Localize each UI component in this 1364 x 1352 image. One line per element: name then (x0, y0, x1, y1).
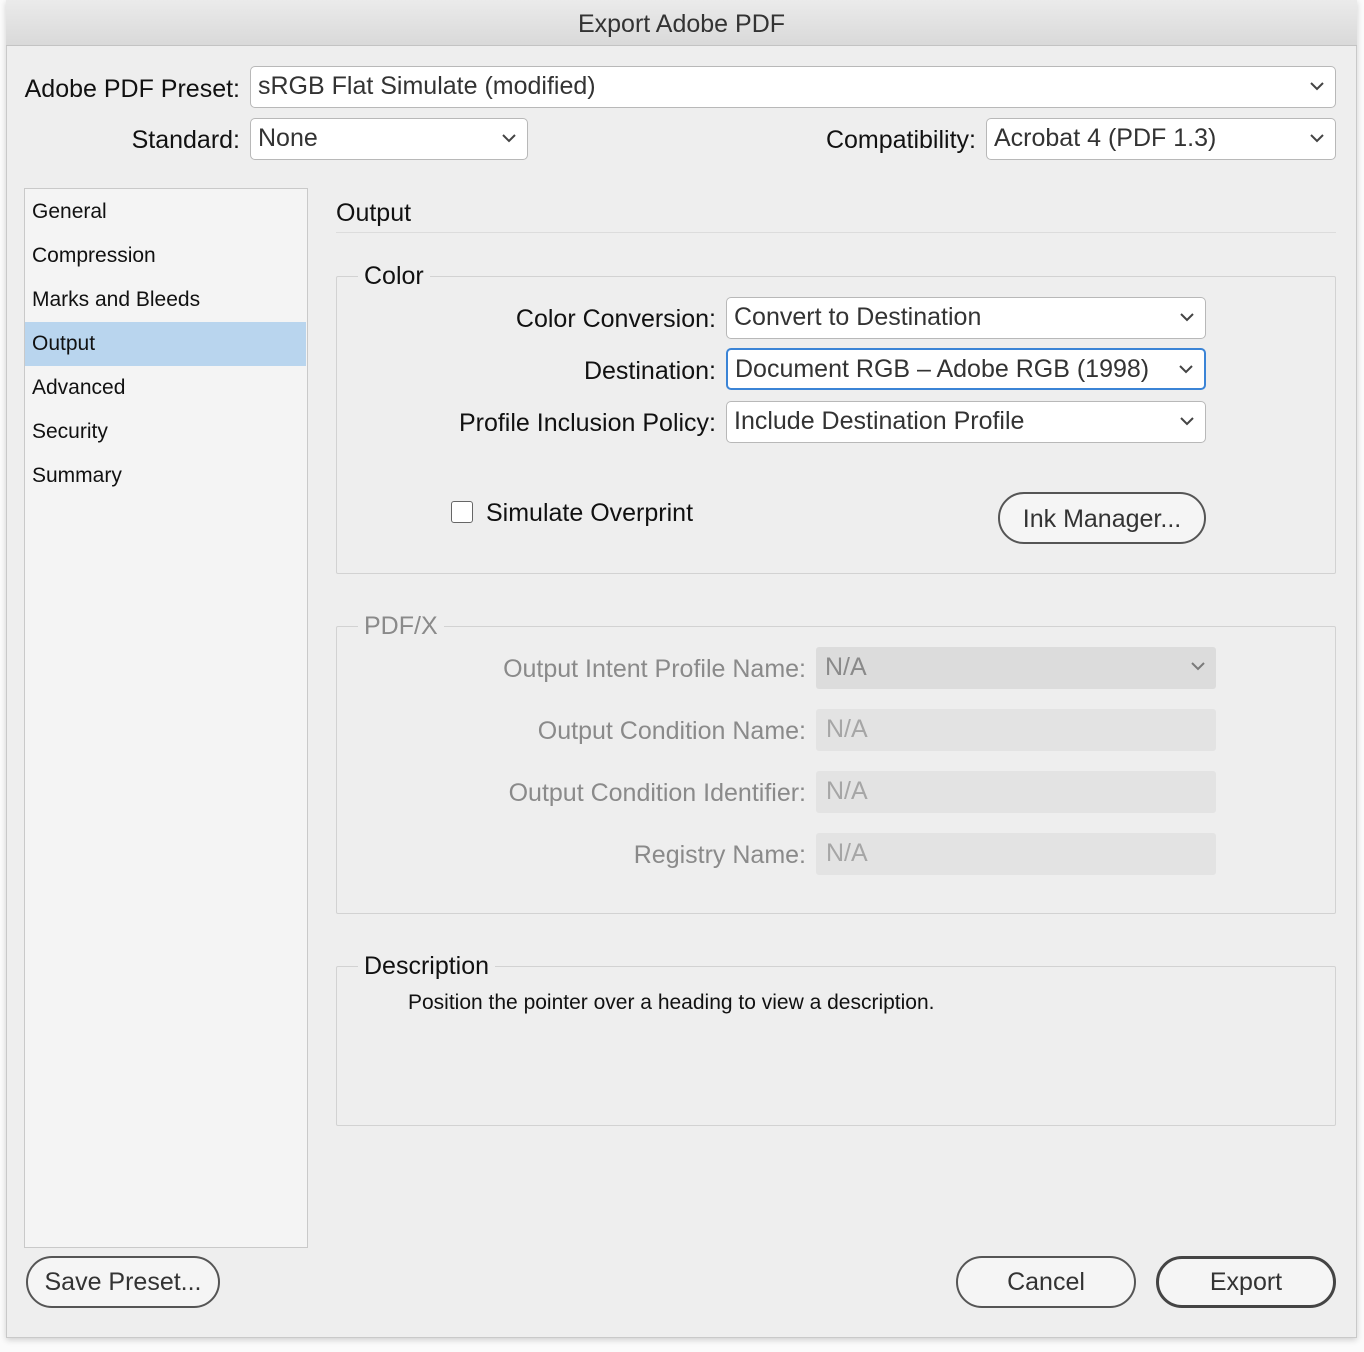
sidebar-item-compression[interactable]: Compression (25, 234, 306, 278)
page-title: Output (336, 199, 412, 227)
chevron-down-icon (502, 134, 516, 143)
simulate-overprint-label[interactable]: Simulate Overprint (486, 496, 693, 530)
compatibility-dropdown[interactable]: Acrobat 4 (PDF 1.3) (986, 118, 1336, 160)
simulate-overprint-checkbox[interactable] (451, 501, 473, 523)
sidebar-item-security[interactable]: Security (25, 410, 306, 454)
sidebar-item-summary[interactable]: Summary (25, 454, 306, 498)
description-group-title: Description (358, 950, 496, 982)
output-condition-label: Output Condition Name: (537, 717, 806, 745)
output-condition-field: N/A (816, 709, 1216, 751)
preset-label: Adobe PDF Preset: (24, 75, 240, 103)
profile-policy-value: Include Destination Profile (734, 407, 1025, 435)
ink-manager-button[interactable]: Ink Manager... (998, 492, 1206, 544)
color-conversion-value: Convert to Destination (734, 303, 982, 331)
registry-name-label: Registry Name: (633, 841, 806, 869)
compatibility-value: Acrobat 4 (PDF 1.3) (994, 124, 1217, 152)
profile-policy-label: Profile Inclusion Policy: (458, 409, 716, 437)
output-intent-label: Output Intent Profile Name: (503, 655, 806, 683)
destination-dropdown[interactable]: Document RGB – Adobe RGB (1998) (726, 348, 1206, 390)
cancel-button[interactable]: Cancel (956, 1256, 1136, 1308)
output-intent-dropdown: N/A (816, 647, 1216, 689)
output-condition-identifier-label: Output Condition Identifier: (508, 779, 806, 807)
sidebar-item-marks-and-bleeds[interactable]: Marks and Bleeds (25, 278, 306, 322)
output-intent-value: N/A (825, 653, 867, 681)
output-condition-identifier-field: N/A (816, 771, 1216, 813)
chevron-down-icon (1310, 134, 1324, 143)
description-text: Position the pointer over a heading to v… (408, 991, 935, 1014)
chevron-down-icon (1180, 313, 1194, 322)
sidebar-item-output[interactable]: Output (25, 322, 306, 366)
preset-dropdown[interactable]: sRGB Flat Simulate (modified) (250, 66, 1336, 108)
chevron-down-icon (1310, 82, 1324, 91)
chevron-down-icon (1179, 365, 1193, 374)
color-conversion-dropdown[interactable]: Convert to Destination (726, 297, 1206, 339)
sidebar-item-advanced[interactable]: Advanced (25, 366, 306, 410)
color-group-title: Color (358, 260, 430, 292)
export-button[interactable]: Export (1156, 1256, 1336, 1308)
chevron-down-icon (1191, 662, 1205, 671)
sidebar-item-general[interactable]: General (25, 190, 306, 234)
registry-name-field: N/A (816, 833, 1216, 875)
preset-value: sRGB Flat Simulate (modified) (258, 72, 596, 100)
standard-label: Standard: (131, 126, 240, 154)
profile-policy-dropdown[interactable]: Include Destination Profile (726, 401, 1206, 443)
window-title: Export Adobe PDF (6, 0, 1357, 46)
standard-value: None (258, 124, 318, 152)
compatibility-label: Compatibility: (825, 126, 976, 154)
standard-dropdown[interactable]: None (250, 118, 528, 160)
save-preset-button[interactable]: Save Preset... (26, 1256, 220, 1308)
destination-value: Document RGB – Adobe RGB (1998) (735, 355, 1150, 383)
pdfx-group-title: PDF/X (358, 610, 444, 642)
title-divider (336, 232, 1336, 233)
destination-label: Destination: (583, 357, 716, 385)
chevron-down-icon (1180, 417, 1194, 426)
color-conversion-label: Color Conversion: (515, 305, 716, 333)
